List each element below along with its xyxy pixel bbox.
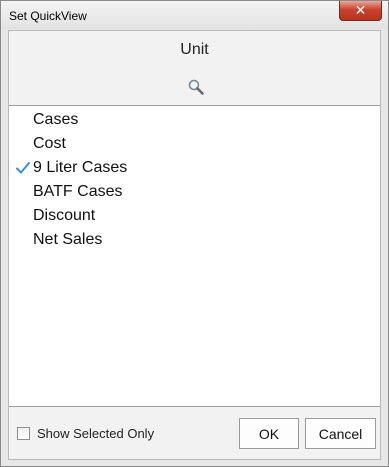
show-selected-only-label: Show Selected Only <box>37 426 155 441</box>
list-item-label: Cases <box>33 111 79 128</box>
list-item-label: Cost <box>33 135 66 152</box>
list-item-label: Discount <box>33 207 96 224</box>
list-item-label: BATF Cases <box>33 183 123 200</box>
title-bar: Set QuickView ✕ <box>1 1 388 29</box>
header-title: Unit <box>180 41 209 58</box>
set-quickview-dialog: Set QuickView ✕ Unit Cases Cost 9 Liter … <box>0 0 389 467</box>
show-selected-only-option[interactable]: Show Selected Only <box>17 426 154 441</box>
close-button[interactable]: ✕ <box>339 1 382 21</box>
dialog-footer: Show Selected Only OK Cancel <box>9 409 380 459</box>
ok-button[interactable]: OK <box>239 418 299 449</box>
show-selected-only-checkbox[interactable] <box>17 427 30 440</box>
search-icon[interactable] <box>187 78 205 96</box>
cancel-button[interactable]: Cancel <box>305 418 376 449</box>
list-item-batf-cases[interactable]: BATF Cases <box>9 180 380 204</box>
list-item-net-sales[interactable]: Net Sales <box>9 228 380 252</box>
list-item-9-liter-cases[interactable]: 9 Liter Cases <box>9 156 380 180</box>
column-header: Unit <box>9 31 380 69</box>
list-item-label: 9 Liter Cases <box>33 159 128 176</box>
search-row[interactable] <box>9 71 380 103</box>
dialog-body: Unit Cases Cost 9 Liter Cases BATF Cases… <box>8 30 381 460</box>
list-item-discount[interactable]: Discount <box>9 204 380 228</box>
unit-list[interactable]: Cases Cost 9 Liter Cases BATF Cases Disc… <box>9 105 380 407</box>
window-title: Set QuickView <box>9 9 87 23</box>
list-item-label: Net Sales <box>33 231 103 248</box>
checkmark-icon <box>16 162 30 174</box>
list-item-cost[interactable]: Cost <box>9 132 380 156</box>
close-icon: ✕ <box>354 2 367 19</box>
list-item-cases[interactable]: Cases <box>9 108 380 132</box>
